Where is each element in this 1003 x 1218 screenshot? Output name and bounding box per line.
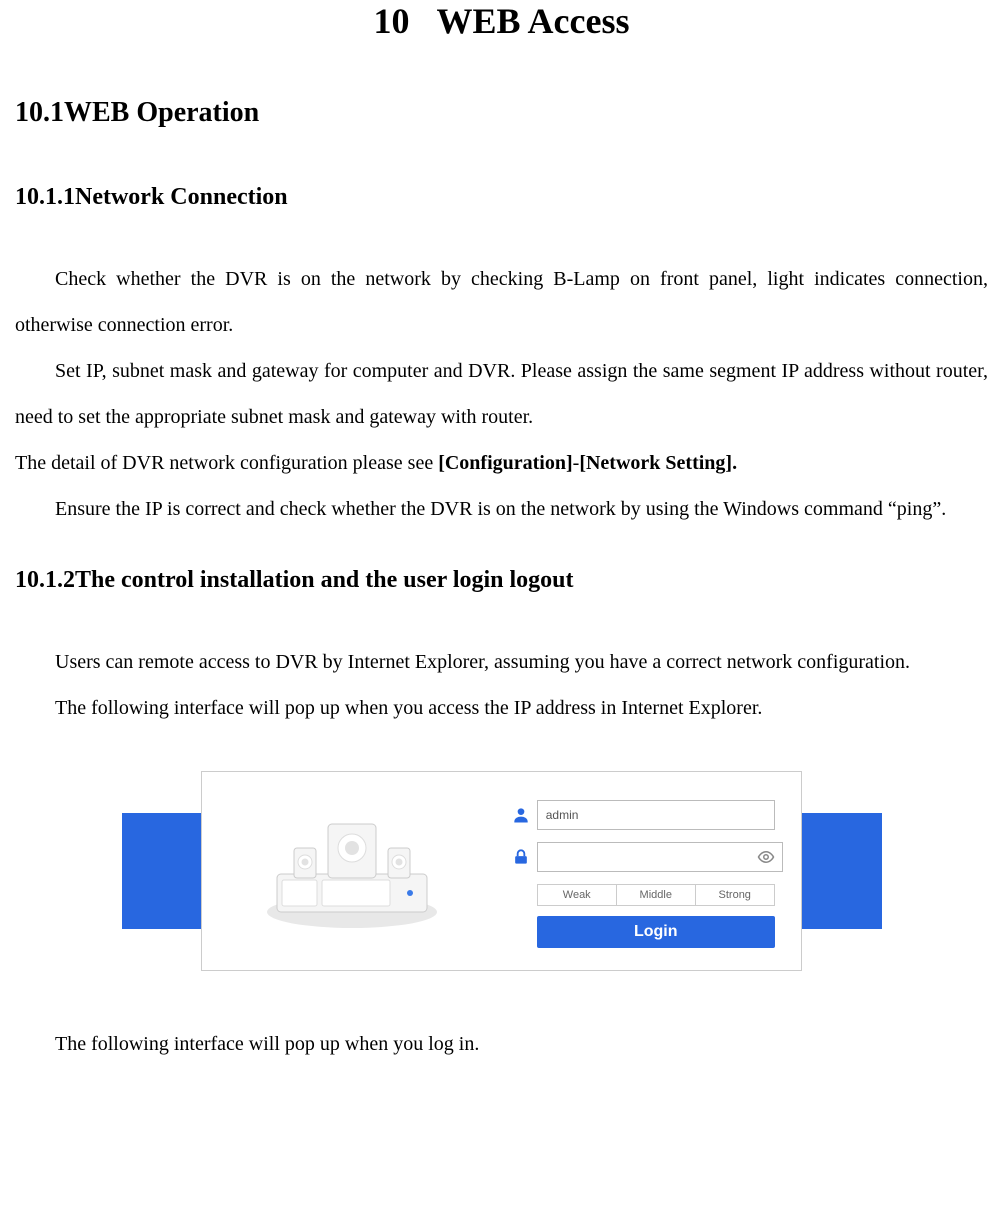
subsection-title: The control installation and the user lo…: [75, 567, 574, 593]
paragraph-text: The following interface will pop up when…: [15, 1021, 988, 1067]
login-button[interactable]: Login: [537, 916, 775, 948]
decorative-bar: [122, 813, 202, 929]
chapter-heading: 10 WEB Access: [15, 0, 988, 42]
bold-text: [Network Setting].: [579, 452, 737, 474]
chapter-number: 10: [374, 1, 410, 41]
bold-text: [Configuration]: [438, 452, 572, 474]
paragraph-text: Users can remote access to DVR by Intern…: [15, 639, 988, 685]
lock-icon: [505, 847, 537, 867]
password-input[interactable]: [537, 842, 783, 872]
subsection-number: 10.1.1: [15, 184, 75, 210]
paragraph-text: The following interface will pop up when…: [15, 685, 988, 731]
section-title: WEB Operation: [64, 97, 259, 128]
strength-middle: Middle: [617, 885, 696, 905]
subsection-heading-control: 10.1.2The control installation and the u…: [15, 567, 988, 594]
section-number: 10.1: [15, 97, 64, 128]
paragraph-text: Ensure the IP is correct and check wheth…: [15, 486, 988, 532]
subsection-title: Network Connection: [75, 184, 288, 210]
login-form: Weak Middle Strong Login: [505, 800, 775, 948]
username-input[interactable]: [537, 800, 775, 830]
strength-weak: Weak: [538, 885, 617, 905]
section-heading: 10.1WEB Operation: [15, 97, 988, 129]
paragraph-text: Check whether the DVR is on the network …: [15, 256, 988, 348]
login-card: Weak Middle Strong Login: [201, 771, 801, 971]
login-screenshot-figure: Weak Middle Strong Login: [122, 771, 882, 971]
chapter-title: WEB Access: [437, 1, 630, 41]
strength-strong: Strong: [696, 885, 774, 905]
subsection-heading-network: 10.1.1Network Connection: [15, 184, 988, 211]
paragraph-text: Set IP, subnet mask and gateway for comp…: [15, 348, 988, 440]
decorative-bar: [802, 813, 882, 929]
password-row: [505, 842, 775, 872]
subsection-number: 10.1.2: [15, 567, 75, 593]
user-icon: [505, 805, 537, 825]
paragraph-text: The detail of DVR network configuration …: [15, 440, 988, 486]
device-illustration: [252, 812, 452, 932]
eye-icon[interactable]: [757, 848, 775, 866]
password-strength-indicator: Weak Middle Strong: [537, 884, 775, 906]
username-row: [505, 800, 775, 830]
text-run: The detail of DVR network configuration …: [15, 452, 438, 474]
